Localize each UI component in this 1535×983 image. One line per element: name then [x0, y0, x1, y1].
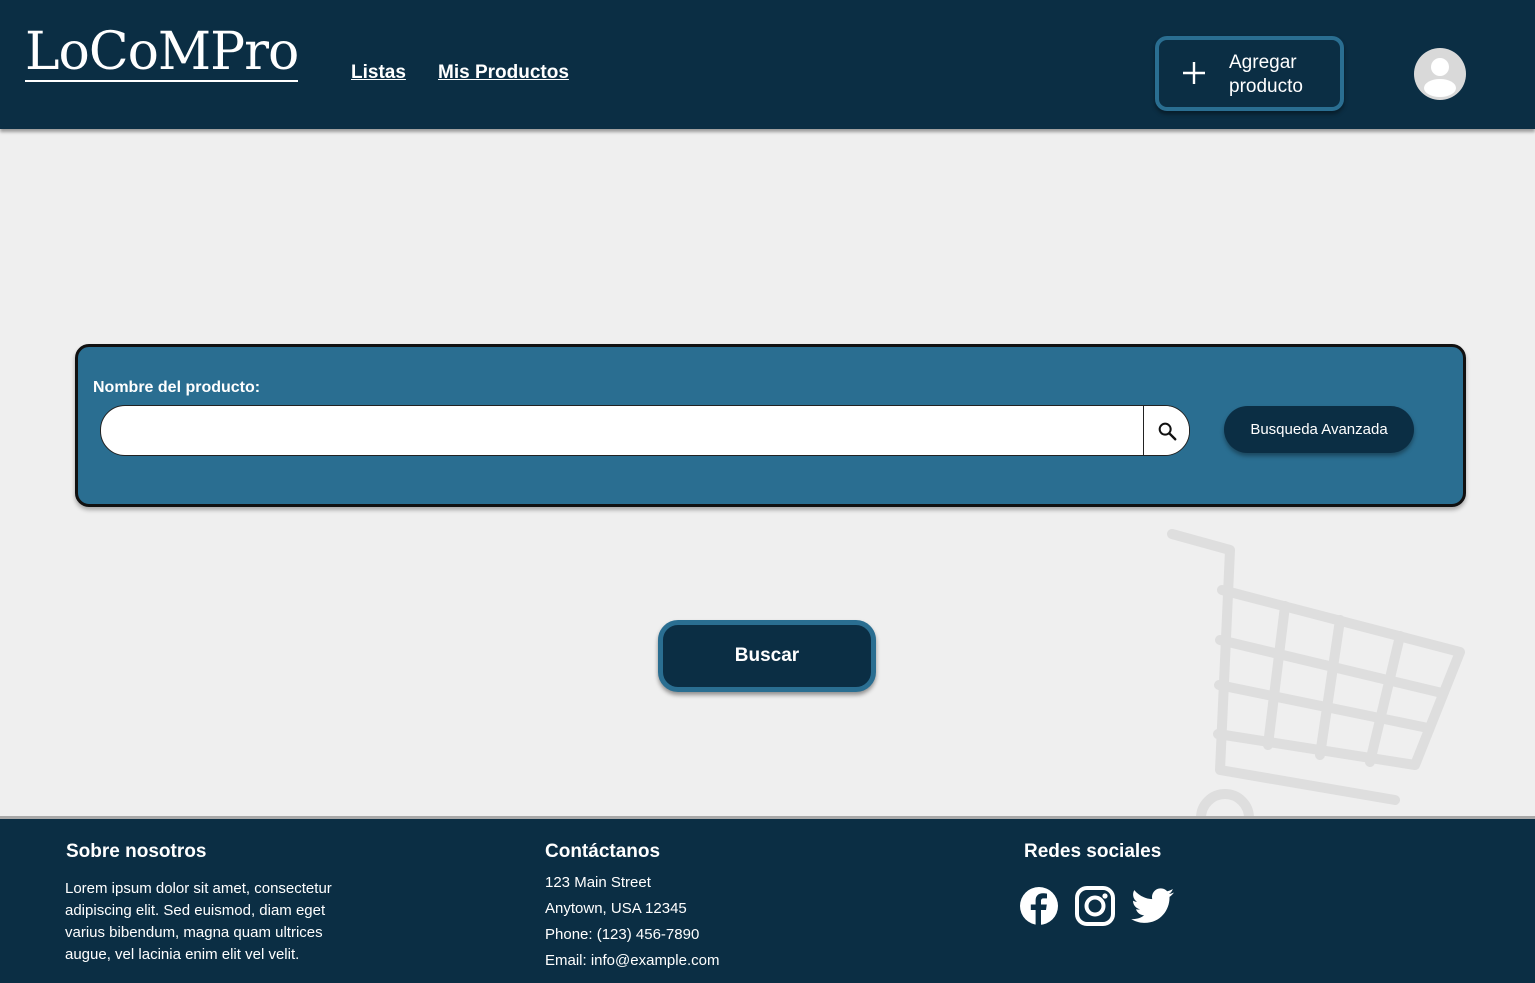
logo-link[interactable]: LoCoMPro [25, 24, 299, 82]
twitter-icon[interactable] [1130, 886, 1176, 928]
nav-link-listas[interactable]: Listas [351, 62, 406, 84]
search-panel: Nombre del producto: Busqueda Avanzada [75, 344, 1466, 507]
user-icon [1424, 58, 1456, 97]
user-avatar[interactable] [1414, 48, 1466, 100]
buscar-button[interactable]: Buscar [658, 620, 876, 692]
contact-address: 123 Main Street [545, 874, 651, 891]
page: LoCoMPro Listas Mis Productos Agregar pr… [0, 0, 1535, 983]
search-box [100, 405, 1190, 456]
contact-phone: Phone: (123) 456-7890 [545, 926, 700, 943]
add-product-button[interactable]: Agregar producto [1155, 36, 1344, 111]
product-search-input[interactable] [101, 406, 1143, 455]
instagram-icon[interactable] [1074, 885, 1116, 927]
footer-about-title: Sobre nosotros [66, 841, 207, 862]
add-product-label: Agregar producto [1229, 52, 1303, 97]
contact-email: Email: info@example.com [545, 952, 720, 969]
contact-city: Anytown, USA 12345 [545, 900, 687, 917]
footer: Sobre nosotros Lorem ipsum dolor sit ame… [0, 816, 1535, 983]
footer-about-text: Lorem ipsum dolor sit amet, consectetur … [65, 880, 332, 963]
plus-icon [1183, 62, 1205, 84]
footer-social-title: Redes sociales [1024, 841, 1162, 862]
shopping-cart-icon [1167, 529, 1465, 820]
search-icon [1158, 422, 1176, 440]
nav-link-mis-productos[interactable]: Mis Productos [438, 62, 569, 84]
footer-contact-title: Contáctanos [545, 841, 661, 862]
search-icon-button[interactable] [1143, 406, 1189, 455]
footer-contact-list: 123 Main Street Anytown, USA 12345 Phone… [545, 870, 719, 974]
product-name-label: Nombre del producto: [93, 379, 261, 396]
facebook-icon[interactable] [1018, 885, 1060, 927]
top-navbar: LoCoMPro Listas Mis Productos Agregar pr… [0, 0, 1535, 129]
advanced-search-button[interactable]: Busqueda Avanzada [1224, 406, 1414, 453]
